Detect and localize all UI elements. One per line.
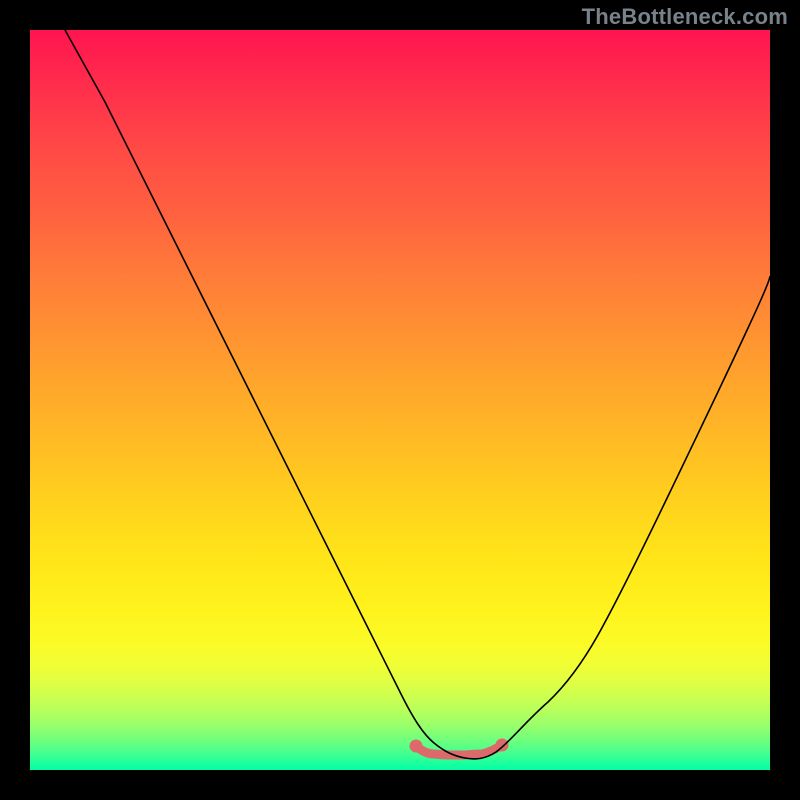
bottleneck-curve bbox=[65, 30, 770, 759]
chart-svg bbox=[30, 30, 770, 770]
chart-plot-area bbox=[30, 30, 770, 770]
chart-frame: TheBottleneck.com bbox=[0, 0, 800, 800]
watermark-text: TheBottleneck.com bbox=[582, 4, 788, 30]
